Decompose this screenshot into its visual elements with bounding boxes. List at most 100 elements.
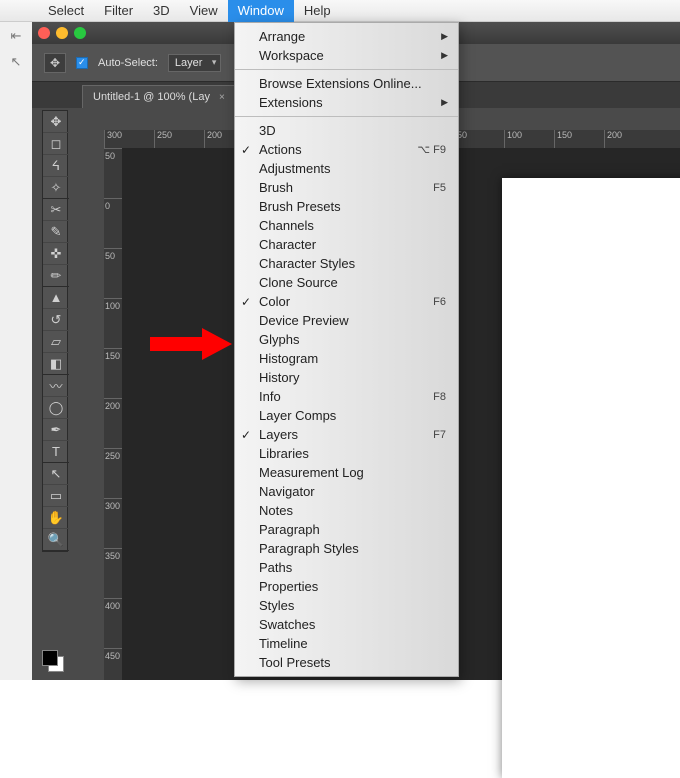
- magic-wand-tool[interactable]: ✧: [43, 177, 69, 199]
- menu-item-label: Paths: [259, 560, 292, 575]
- menu-item-shortcut: ⌥ F9: [417, 143, 446, 156]
- crop-tool[interactable]: ✂: [43, 199, 69, 221]
- menu-item-color[interactable]: ColorF6: [235, 292, 458, 311]
- menu-item-glyphs[interactable]: Glyphs: [235, 330, 458, 349]
- stamp-tool[interactable]: ▲: [43, 287, 69, 309]
- annotation-arrow: [150, 328, 240, 360]
- menu-item-history[interactable]: History: [235, 368, 458, 387]
- menu-item-brush-presets[interactable]: Brush Presets: [235, 197, 458, 216]
- move-tool-icon[interactable]: ✥: [44, 53, 66, 73]
- document-canvas[interactable]: [502, 178, 680, 778]
- menu-item-label: Brush Presets: [259, 199, 341, 214]
- shape-tool[interactable]: ▭: [43, 485, 69, 507]
- path-select-tool[interactable]: ↖: [43, 463, 69, 485]
- menu-item-shortcut: F8: [433, 391, 446, 403]
- menu-item-histogram[interactable]: Histogram: [235, 349, 458, 368]
- auto-select-checkbox[interactable]: [76, 57, 88, 69]
- menu-item-label: Libraries: [259, 446, 309, 461]
- menu-item-styles[interactable]: Styles: [235, 596, 458, 615]
- move-tool[interactable]: ✥: [43, 111, 69, 133]
- menu-item-label: Device Preview: [259, 313, 349, 328]
- menu-item-swatches[interactable]: Swatches: [235, 615, 458, 634]
- menu-item-browse-extensions-online-[interactable]: Browse Extensions Online...: [235, 74, 458, 93]
- menu-item-paths[interactable]: Paths: [235, 558, 458, 577]
- menu-item-arrange[interactable]: Arrange: [235, 27, 458, 46]
- window-menu-dropdown: Arrange Workspace Browse Extensions Online…: [234, 22, 459, 677]
- color-swatch[interactable]: [42, 650, 66, 674]
- menu-item-adjustments[interactable]: Adjustments: [235, 159, 458, 178]
- move-mini-icon[interactable]: ↖: [6, 54, 26, 74]
- menu-help[interactable]: Help: [294, 0, 341, 22]
- foreground-color-swatch[interactable]: [42, 650, 58, 666]
- menu-item-paragraph-styles[interactable]: Paragraph Styles: [235, 539, 458, 558]
- brush-tool[interactable]: ✏: [43, 265, 69, 287]
- window-minimize-button[interactable]: [56, 27, 68, 39]
- menu-separator: [235, 69, 458, 70]
- menu-item-libraries[interactable]: Libraries: [235, 444, 458, 463]
- menu-3d[interactable]: 3D: [143, 0, 180, 22]
- menu-item-label: Info: [259, 389, 281, 404]
- menu-item-extensions[interactable]: Extensions: [235, 93, 458, 112]
- menu-item-label: Styles: [259, 598, 294, 613]
- menu-item-label: Actions: [259, 142, 302, 157]
- menu-item-device-preview[interactable]: Device Preview: [235, 311, 458, 330]
- window-close-button[interactable]: [38, 27, 50, 39]
- collapse-icon[interactable]: ⇤: [6, 28, 26, 48]
- menu-item-tool-presets[interactable]: Tool Presets: [235, 653, 458, 672]
- menu-item-shortcut: F5: [433, 182, 446, 194]
- menu-item-label: Tool Presets: [259, 655, 331, 670]
- menu-item-timeline[interactable]: Timeline: [235, 634, 458, 653]
- type-tool[interactable]: T: [43, 441, 69, 463]
- menu-item-properties[interactable]: Properties: [235, 577, 458, 596]
- menu-item-label: Navigator: [259, 484, 315, 499]
- menu-item-label: Clone Source: [259, 275, 338, 290]
- menu-item-workspace[interactable]: Workspace: [235, 46, 458, 65]
- menu-item-actions[interactable]: Actions ⌥ F9: [235, 140, 458, 159]
- menu-item-label: Paragraph: [259, 522, 320, 537]
- hand-tool[interactable]: ✋: [43, 507, 69, 529]
- menu-item-label: Character Styles: [259, 256, 355, 271]
- gradient-tool[interactable]: ◧: [43, 353, 69, 375]
- close-icon[interactable]: ×: [219, 92, 225, 103]
- menu-item-info[interactable]: Info F8: [235, 387, 458, 406]
- menu-bar: SelectFilter3DViewWindowHelp: [0, 0, 680, 22]
- menu-item-channels[interactable]: Channels: [235, 216, 458, 235]
- menu-window[interactable]: Window: [228, 0, 294, 22]
- menu-view[interactable]: View: [180, 0, 228, 22]
- menu-item-label: Channels: [259, 218, 314, 233]
- left-panel-strip: ⇤ ↖: [0, 22, 32, 680]
- document-tab[interactable]: Untitled-1 @ 100% (Lay ×: [82, 85, 236, 108]
- eraser-tool[interactable]: ▱: [43, 331, 69, 353]
- dodge-tool[interactable]: ◯: [43, 397, 69, 419]
- menu-item-navigator[interactable]: Navigator: [235, 482, 458, 501]
- zoom-tool[interactable]: 🔍: [43, 529, 69, 551]
- menu-item-label: Workspace: [259, 48, 324, 63]
- menu-item-measurement-log[interactable]: Measurement Log: [235, 463, 458, 482]
- menu-item-brush[interactable]: BrushF5: [235, 178, 458, 197]
- menu-item-layer-comps[interactable]: Layer Comps: [235, 406, 458, 425]
- menu-item-character-styles[interactable]: Character Styles: [235, 254, 458, 273]
- menu-item-label: Timeline: [259, 636, 308, 651]
- lasso-tool[interactable]: ᔦ: [43, 155, 69, 177]
- menu-item-character[interactable]: Character: [235, 235, 458, 254]
- marquee-tool[interactable]: ◻: [43, 133, 69, 155]
- menu-item-clone-source[interactable]: Clone Source: [235, 273, 458, 292]
- window-zoom-button[interactable]: [74, 27, 86, 39]
- menu-filter[interactable]: Filter: [94, 0, 143, 22]
- auto-select-dropdown[interactable]: Layer: [168, 54, 222, 72]
- menu-select[interactable]: Select: [38, 0, 94, 22]
- history-brush-tool[interactable]: ↺: [43, 309, 69, 331]
- menu-item-label: Arrange: [259, 29, 305, 44]
- menu-item-notes[interactable]: Notes: [235, 501, 458, 520]
- blur-tool[interactable]: 〰: [43, 375, 69, 397]
- menu-item-label: Glyphs: [259, 332, 299, 347]
- eyedropper-tool[interactable]: ✎: [43, 221, 69, 243]
- healing-brush-tool[interactable]: ✜: [43, 243, 69, 265]
- menu-item-3d[interactable]: 3D: [235, 121, 458, 140]
- vertical-ruler: 50050100150200250300350400450: [104, 148, 122, 680]
- menu-item-label: Layer Comps: [259, 408, 336, 423]
- menu-item-layers[interactable]: LayersF7: [235, 425, 458, 444]
- menu-item-paragraph[interactable]: Paragraph: [235, 520, 458, 539]
- menu-item-label: Character: [259, 237, 316, 252]
- pen-tool[interactable]: ✒: [43, 419, 69, 441]
